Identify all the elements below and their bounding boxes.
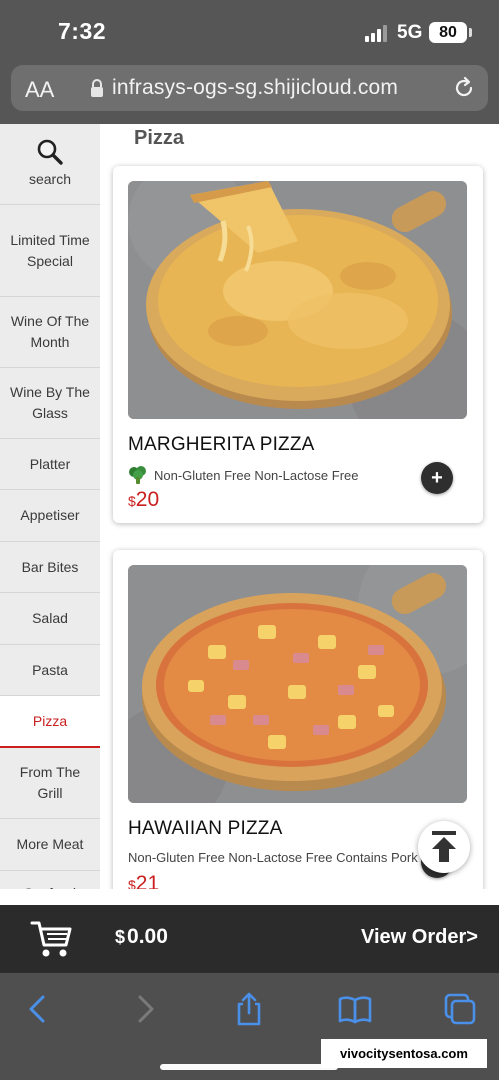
sidebar-item-bar-bites[interactable]: Bar Bites [0, 542, 100, 593]
url-text[interactable]: infrasys-ogs-sg.shijicloud.com [112, 76, 398, 100]
clock: 7:32 [58, 18, 107, 44]
category-sidebar: search Limited Time Special Wine Of The … [0, 124, 100, 889]
lock-icon [91, 79, 103, 97]
bookmarks-icon[interactable] [337, 991, 373, 1027]
dish-tags-text: Non-Gluten Free Non-Lactose Free [154, 467, 359, 483]
battery-cap [469, 28, 472, 37]
home-indicator [160, 1064, 338, 1070]
dish-tags: Non-Gluten Free Non-Lactose Free [128, 466, 358, 484]
forward-icon[interactable] [127, 991, 163, 1027]
price-value: 21 [135, 872, 160, 889]
tabs-icon[interactable] [442, 991, 478, 1027]
view-order-button[interactable]: View Order> [361, 926, 478, 949]
sidebar-item-from-the-grill[interactable]: From The Grill [0, 748, 100, 819]
sidebar-item-wine-by-the-glass[interactable]: Wine By The Glass [0, 368, 100, 439]
menu-content: Pizza MARGHERITA PIZZA Non-Gluten Free N… [100, 124, 499, 889]
dish-tags-text: Non-Gluten Free Non-Lactose Free Contain… [128, 850, 418, 865]
dish-tags: Non-Gluten Free Non-Lactose Free Contain… [128, 850, 418, 865]
scroll-to-top-icon [432, 831, 456, 862]
text-size-button[interactable]: AA [25, 77, 54, 103]
sidebar-item-limited-time-special[interactable]: Limited Time Special [0, 205, 100, 297]
search-icon [37, 139, 63, 165]
dish-price: $21 [128, 872, 159, 889]
back-icon[interactable] [20, 991, 56, 1027]
cart-total: $0.00 [115, 925, 168, 949]
price-currency: $ [128, 877, 136, 889]
sidebar-item-wine-of-the-month[interactable]: Wine Of The Month [0, 297, 100, 368]
price-currency: $ [128, 493, 136, 509]
dish-name: HAWAIIAN PIZZA [128, 818, 283, 839]
sidebar-item-salad[interactable]: Salad [0, 593, 100, 645]
plus-icon: + [431, 467, 443, 489]
sidebar-item-pizza[interactable]: Pizza [0, 696, 100, 748]
app-frame: 7:32 5G 80 AA infrasys-ogs-sg.shijicloud… [0, 0, 499, 1080]
search-label: search [28, 171, 72, 187]
dish-image[interactable] [128, 565, 467, 803]
text-size-label: AA [25, 77, 55, 102]
cart-bar[interactable]: $0.00 View Order> [0, 889, 499, 973]
watermark: vivocitysentosa.com [321, 1039, 487, 1068]
dish-image[interactable] [128, 181, 467, 419]
add-to-cart-button[interactable]: + [421, 462, 453, 494]
dish-price: $20 [128, 488, 159, 512]
cart-currency: $ [115, 927, 126, 947]
signal-icon [365, 25, 387, 42]
price-value: 20 [135, 488, 160, 511]
sidebar-item-more-meat[interactable]: More Meat [0, 819, 100, 871]
cart-total-value: 0.00 [127, 925, 168, 948]
sidebar-item-pasta[interactable]: Pasta [0, 645, 100, 696]
sidebar-item-platter[interactable]: Platter [0, 439, 100, 490]
status-bar: 7:32 5G 80 [0, 0, 499, 62]
battery-indicator: 80 [429, 22, 467, 43]
sidebar-item-appetiser[interactable]: Appetiser [0, 490, 100, 542]
sidebar-search[interactable]: search [0, 124, 100, 205]
dish-name: MARGHERITA PIZZA [128, 434, 315, 455]
reload-icon[interactable] [452, 76, 476, 100]
address-bar[interactable]: AA infrasys-ogs-sg.shijicloud.com [11, 65, 488, 111]
broccoli-icon [129, 466, 146, 484]
section-title: Pizza [134, 127, 185, 149]
address-bar-area: AA infrasys-ogs-sg.shijicloud.com [0, 62, 499, 124]
cart-icon[interactable] [30, 919, 72, 959]
dish-card[interactable]: MARGHERITA PIZZA Non-Gluten Free Non-Lac… [113, 166, 483, 523]
share-icon[interactable] [231, 991, 267, 1027]
sidebar-item-seafood[interactable]: Seafood [0, 871, 100, 889]
scroll-to-top-button[interactable] [418, 821, 470, 873]
network-label: 5G [397, 22, 423, 43]
